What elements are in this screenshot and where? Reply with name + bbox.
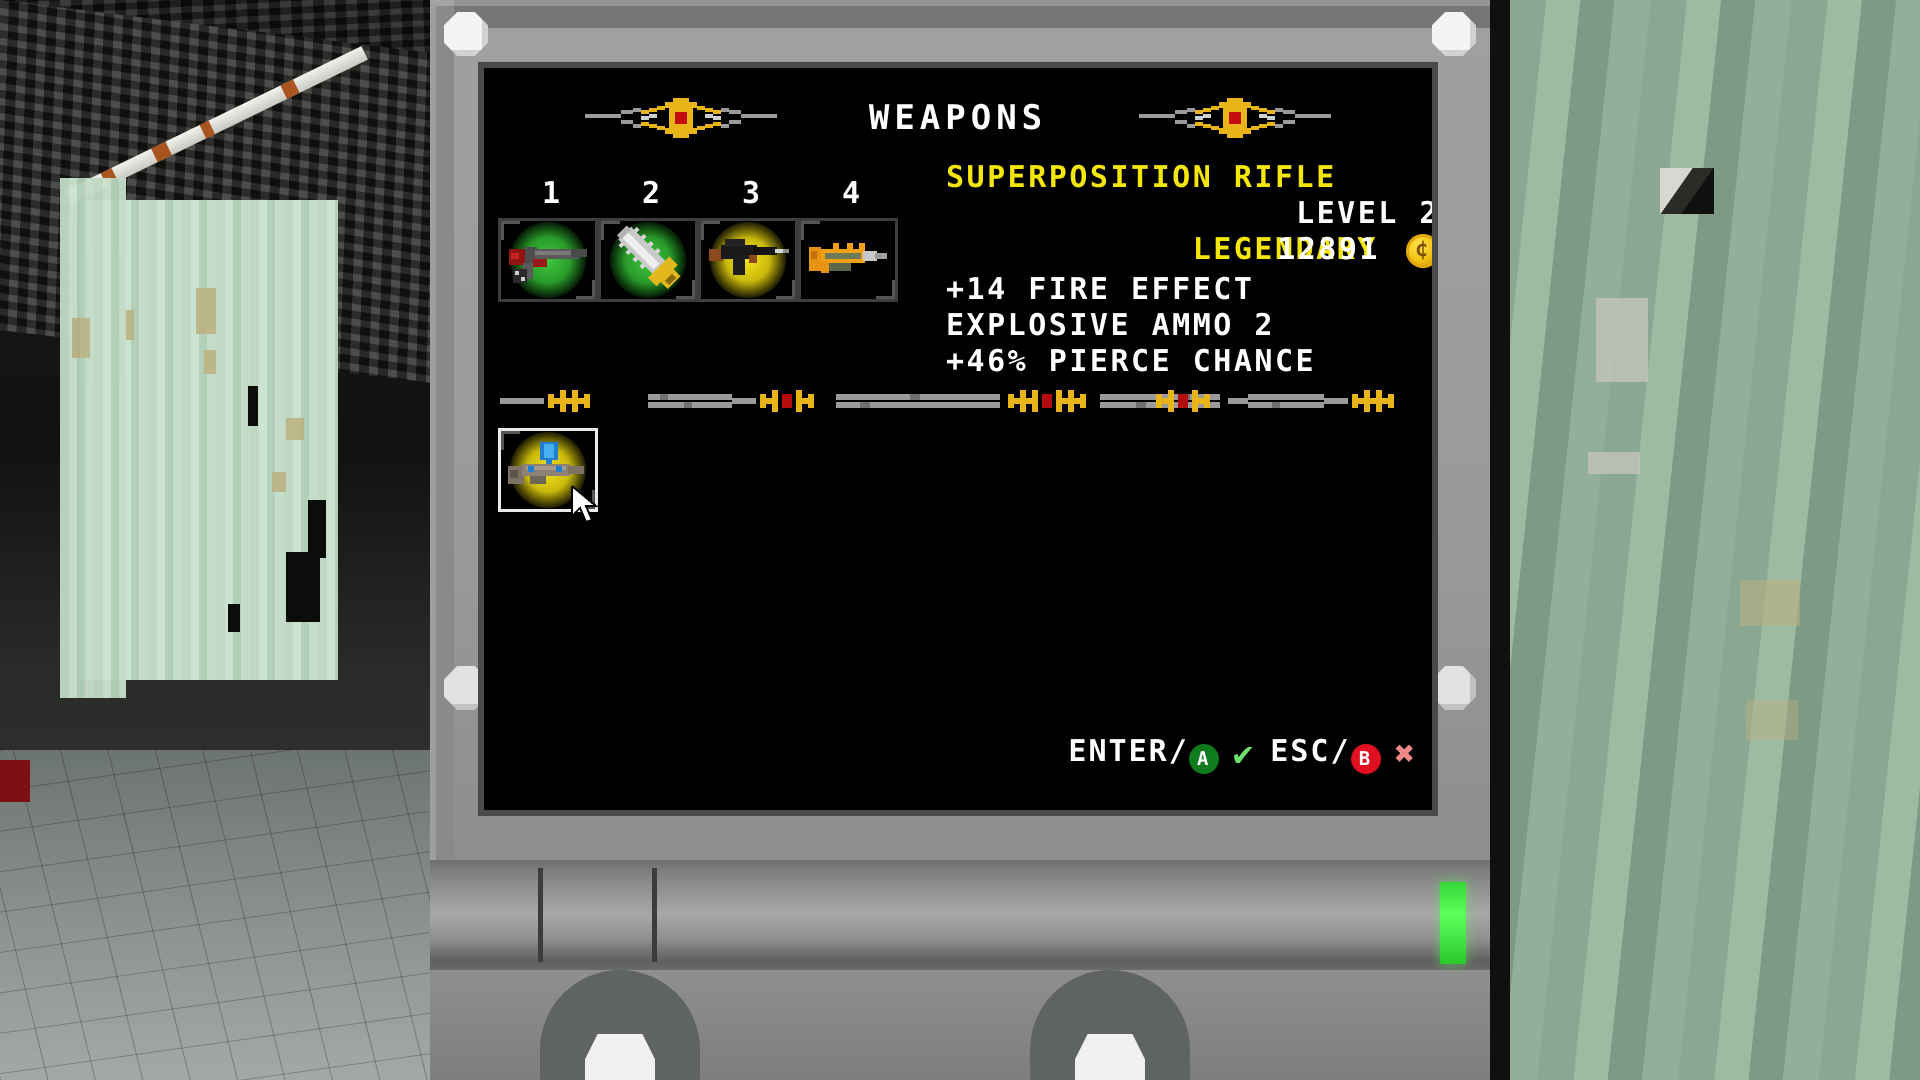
gamepad-a-icon: A	[1188, 744, 1219, 774]
page-title: WEAPONS	[868, 98, 1048, 138]
slot-frame	[598, 218, 698, 302]
knob-cap	[1075, 1034, 1145, 1080]
weapon-details-panel: SUPERPOSITION RIFLE LEGENDARY LEVEL 2 12…	[946, 160, 1432, 380]
wall-patch	[1740, 580, 1800, 626]
dispenser-knob-right[interactable]	[1030, 970, 1190, 1080]
coin-icon	[1406, 233, 1432, 268]
wall-patch	[1596, 298, 1648, 382]
slot-number-2: 2	[641, 176, 663, 211]
background-green-wall	[1510, 0, 1920, 1080]
slot-groove-right	[652, 868, 657, 962]
knob-cap	[585, 1034, 655, 1080]
wall-patch	[1746, 700, 1798, 740]
slot-number-4: 4	[841, 176, 863, 211]
machine-upper-panel: WEAPONS 1 2 3 4 SUPERPOSITION RIFLE LEGE…	[430, 0, 1490, 860]
weapon-slot-number-row: 1 2 3 4	[502, 176, 902, 211]
screen-title-row: WEAPONS	[484, 96, 1432, 140]
screw-top-left	[444, 12, 488, 56]
blood-stain	[0, 760, 30, 802]
chain-divider-icon	[500, 390, 1414, 412]
gamepad-b-icon: B	[1350, 744, 1381, 774]
screen-footer-prompts: ENTER/A ✔ ESC/B ✖	[1068, 734, 1418, 774]
weapon-menu-screen: WEAPONS 1 2 3 4 SUPERPOSITION RIFLE LEGE…	[484, 68, 1432, 810]
price-row: 12891	[946, 232, 1432, 272]
confirm-button[interactable]: ENTER/A	[1068, 734, 1219, 774]
panel-top-shadow	[430, 0, 1490, 28]
cancel-label: ESC/	[1270, 734, 1351, 769]
background-dark-room	[0, 0, 470, 1080]
hospital-curtain-secondary	[60, 178, 126, 698]
winged-emblem-icon-right	[1135, 96, 1335, 140]
confirm-label: ENTER/	[1068, 734, 1189, 769]
wall-patch	[1588, 452, 1640, 474]
slot-frame	[798, 218, 898, 302]
weapon-slot-1[interactable]	[498, 218, 598, 302]
tiled-floor	[0, 750, 470, 1080]
weapon-level: LEVEL 2	[1296, 196, 1432, 231]
dispenser-knob-left[interactable]	[540, 970, 700, 1080]
status-led	[1440, 882, 1466, 964]
weapon-slot-2[interactable]	[598, 218, 698, 302]
weapon-price: 12891	[1277, 232, 1380, 267]
equipped-weapon-slots	[498, 218, 898, 302]
slot-frame	[698, 218, 798, 302]
cancel-button[interactable]: ESC/B	[1270, 734, 1381, 774]
checkmark-icon: ✔	[1232, 734, 1257, 774]
panel-left-edge	[430, 0, 454, 860]
slot-groove-left	[538, 868, 543, 962]
winged-emblem-icon	[581, 96, 781, 140]
screen-bezel: WEAPONS 1 2 3 4 SUPERPOSITION RIFLE LEGE…	[478, 62, 1438, 816]
weapon-slot-3[interactable]	[698, 218, 798, 302]
cross-icon: ✖	[1394, 734, 1418, 774]
mouse-cursor-icon	[570, 483, 604, 530]
screw-bottom-right	[1432, 666, 1476, 710]
weapon-name: SUPERPOSITION RIFLE	[946, 160, 1337, 195]
machine-dispenser-slot	[430, 860, 1490, 970]
slot-frame	[498, 218, 598, 302]
wall-hole	[1660, 168, 1714, 214]
weapon-slot-4[interactable]	[798, 218, 898, 302]
weapon-vending-machine: WEAPONS 1 2 3 4 SUPERPOSITION RIFLE LEGE…	[430, 0, 1490, 1080]
slot-number-1: 1	[541, 176, 563, 211]
slot-number-3: 3	[741, 176, 763, 211]
machine-lower-panel	[430, 970, 1490, 1080]
rarity-and-level-row: LEGENDARY LEVEL 2	[946, 196, 1432, 267]
